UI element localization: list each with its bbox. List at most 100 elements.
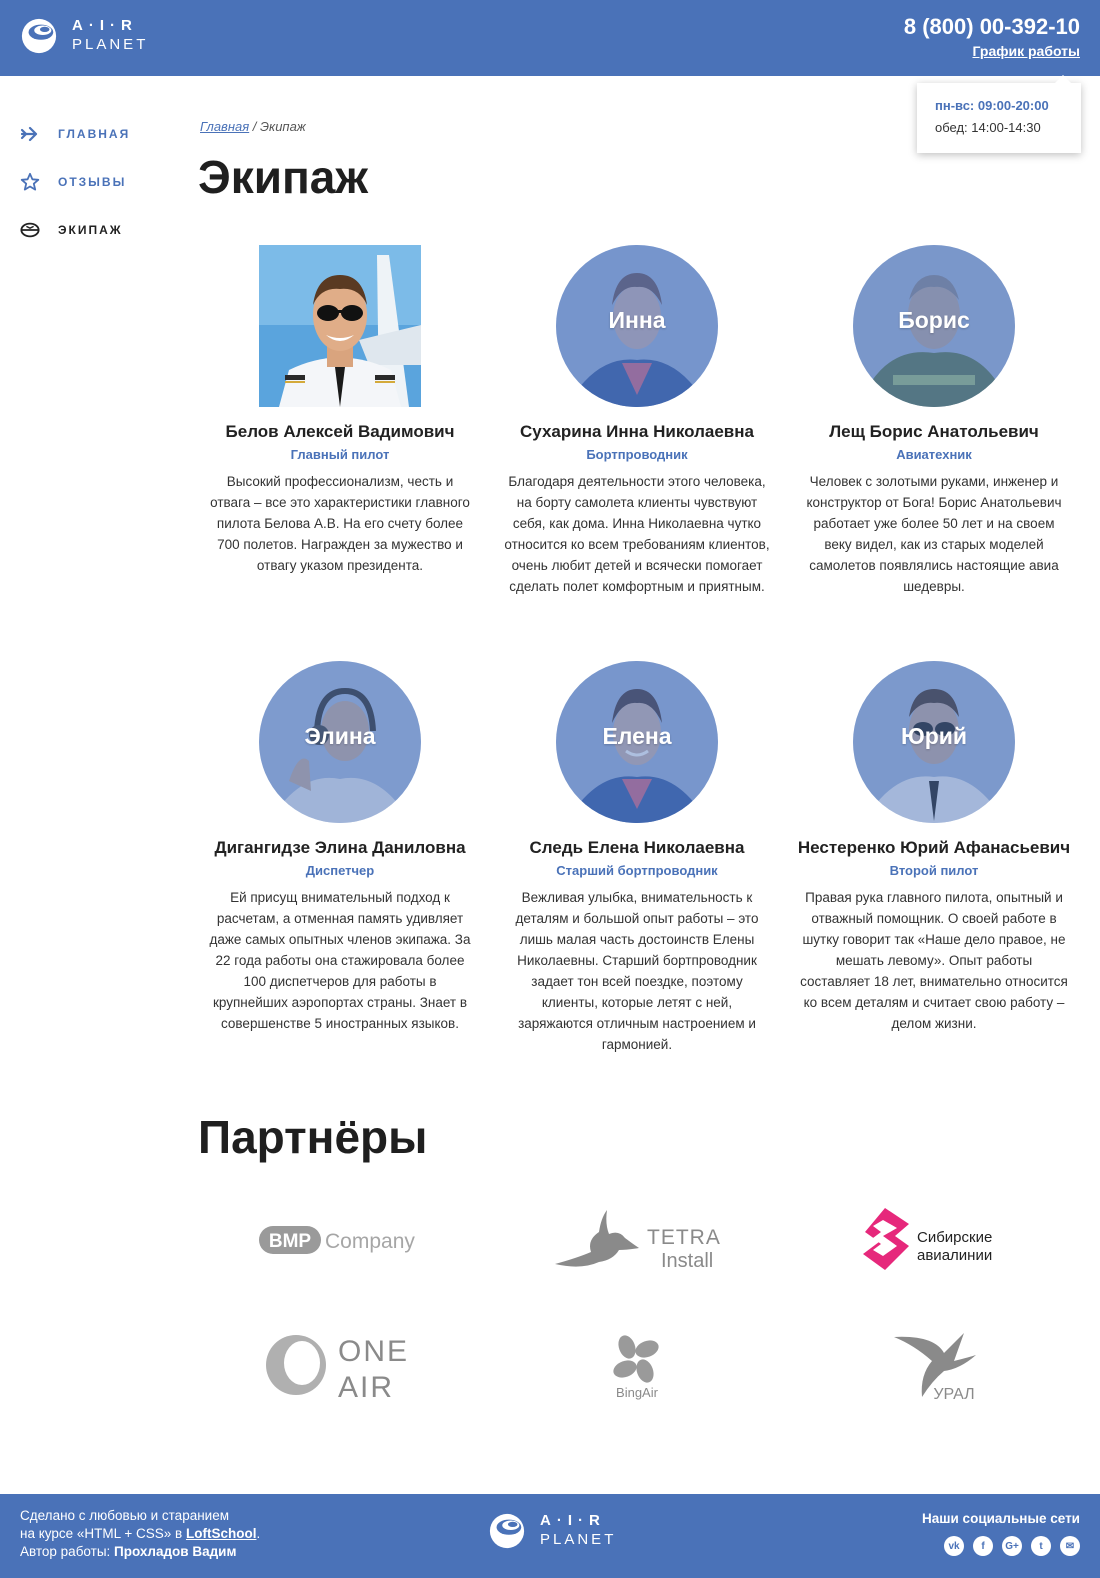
crew-first-name: Элина: [304, 723, 376, 749]
crew-description: Высокий профессионализм, честь и отвага …: [210, 474, 470, 573]
crew-name: Сухарина Инна Николаевна: [520, 422, 754, 441]
crew-card[interactable]: Юрий Нестеренко Юрий Афанасьевич Второй …: [794, 661, 1074, 1034]
mail-icon[interactable]: ✉: [1060, 1536, 1080, 1556]
crew-description: Человек с золотыми руками, инженер и кон…: [806, 474, 1062, 594]
crew-description: Ей присущ внимательный подход к расчетам…: [209, 890, 471, 1031]
crew-name: Дигангидзе Элина Даниловна: [214, 838, 466, 857]
logo[interactable]: A·I·R PLANET: [20, 17, 148, 55]
crew-name: Лещ Борис Анатольевич: [829, 422, 1039, 441]
svg-text:AIR: AIR: [338, 1371, 394, 1404]
bingair-logo: BingAir: [613, 1335, 659, 1400]
sidebar-item-crew[interactable]: ЭКИПАЖ: [0, 206, 170, 254]
footer-line1: Сделано с любовью и старанием: [20, 1508, 229, 1523]
sidebar-item-label: ЭКИПАЖ: [58, 223, 123, 237]
svg-text:TETRA: TETRA: [647, 1226, 721, 1249]
crew-role: Старший бортпроводник: [556, 863, 718, 878]
partners-grid: BMP Company TETRA Install Сибирские авиа…: [200, 1195, 1080, 1425]
crew-role: Главный пилот: [290, 447, 390, 462]
schedule-lunch: обед: 14:00-14:30: [935, 120, 1041, 135]
crew-card[interactable]: Белов Алексей Вадимович Главный пилот Вы…: [200, 245, 480, 576]
crew-photo: Элина: [259, 661, 421, 823]
sidebar-item-home[interactable]: ГЛАВНАЯ: [0, 110, 170, 158]
svg-text:BingAir: BingAir: [616, 1385, 659, 1400]
partner-one-air[interactable]: ONE AIR: [200, 1320, 480, 1410]
phone-number[interactable]: 8 (800) 00-392-10: [904, 14, 1080, 40]
crew-name: Следь Елена Николаевна: [529, 838, 745, 857]
sidebar-item-label: ГЛАВНАЯ: [58, 127, 131, 141]
site-footer: Сделано с любовью и старанием на курсе «…: [0, 1494, 1100, 1578]
partner-bingair[interactable]: BingAir: [497, 1320, 777, 1410]
footer-logo[interactable]: A·I·R PLANET: [488, 1512, 616, 1550]
logo-line1: A·I·R: [72, 17, 138, 34]
siberian-airlines-logo: Сибирские авиалинии: [863, 1208, 992, 1270]
ural-airlines-logo: УРАЛ: [894, 1333, 976, 1403]
schedule-popup: пн-вс: 09:00-20:00 обед: 14:00-14:30: [917, 75, 1081, 153]
sidebar-item-reviews[interactable]: ОТЗЫВЫ: [0, 158, 170, 206]
planet-logo-icon: [489, 1513, 525, 1549]
crew-description: Благодаря деятельности этого человека, н…: [504, 474, 770, 594]
svg-text:УРАЛ: УРАЛ: [933, 1386, 974, 1403]
breadcrumb-home-link[interactable]: Главная: [200, 119, 249, 134]
crew-card[interactable]: Инна Сухарина Инна Николаевна Бортпровод…: [497, 245, 777, 597]
vk-icon[interactable]: vk: [944, 1536, 964, 1556]
breadcrumb-separator: /: [249, 119, 261, 134]
schedule-link[interactable]: График работы: [973, 43, 1081, 59]
footer-line3: Автор работы: Прохладов Вадим: [20, 1544, 237, 1559]
crew-role: Второй пилот: [889, 863, 979, 878]
star-icon: [20, 172, 40, 191]
one-air-logo: ONE AIR: [266, 1335, 409, 1404]
crew-card[interactable]: Борис Лещ Борис Анатольевич Авиатехник Ч…: [794, 245, 1074, 597]
facebook-icon[interactable]: f: [973, 1536, 993, 1556]
svg-text:авиалинии: авиалинии: [917, 1247, 992, 1264]
footer-line2: на курсе «HTML + CSS» в LoftSchool.: [20, 1526, 261, 1541]
crew-photo: Борис: [853, 245, 1015, 407]
arrow-right-icon: [20, 126, 38, 142]
crew-card[interactable]: Елена Следь Елена Николаевна Старший бор…: [497, 661, 777, 1055]
schedule-hours: пн-вс: 09:00-20:00: [935, 98, 1049, 113]
svg-text:Install: Install: [661, 1250, 713, 1272]
partner-siberian-airlines[interactable]: Сибирские авиалинии: [794, 1195, 1074, 1285]
sidebar-item-label: ОТЗЫВЫ: [58, 175, 127, 189]
tetra-install-logo: TETRA Install: [555, 1210, 721, 1272]
logo-line1: A·I·R: [540, 1512, 606, 1529]
bmp-company-logo: BMP Company: [259, 1226, 415, 1254]
planet-logo-icon: [21, 18, 57, 54]
svg-text:Сибирские: Сибирские: [917, 1229, 992, 1246]
crew-photo: Инна: [556, 245, 718, 407]
breadcrumb: Главная / Экипаж: [200, 119, 306, 134]
svg-text:ONE: ONE: [338, 1335, 409, 1368]
logo-line2: PLANET: [540, 1531, 617, 1548]
crew-first-name: Борис: [898, 307, 970, 333]
svg-text:Company: Company: [325, 1230, 415, 1253]
crew-first-name: Инна: [608, 307, 666, 333]
partner-tetra-install[interactable]: TETRA Install: [497, 1195, 777, 1285]
crew-photo: Юрий: [853, 661, 1015, 823]
crew-role: Бортпроводник: [586, 447, 688, 462]
partner-ural[interactable]: УРАЛ: [794, 1320, 1074, 1410]
crew-role: Диспетчер: [305, 863, 375, 878]
author-name: Прохладов Вадим: [114, 1544, 237, 1559]
crew-first-name: Юрий: [900, 723, 968, 749]
crew-photo: [259, 245, 421, 407]
crew-description: Правая рука главного пилота, опытный и о…: [800, 890, 1068, 1031]
partner-bmp-company[interactable]: BMP Company: [200, 1195, 480, 1285]
pilot-cap-icon: [20, 222, 40, 238]
crew-photo: Елена: [556, 661, 718, 823]
crew-name: Нестеренко Юрий Афанасьевич: [797, 838, 1071, 857]
site-header: A·I·R PLANET 8 (800) 00-392-10 График ра…: [0, 0, 1100, 76]
crew-name: Белов Алексей Вадимович: [225, 422, 455, 441]
sidebar-nav: ГЛАВНАЯ ОТЗЫВЫ ЭКИПАЖ: [0, 110, 170, 254]
breadcrumb-current: Экипаж: [260, 119, 306, 134]
page-title: Экипаж: [198, 151, 369, 203]
footer-credits: Сделано с любовью и старанием на курсе «…: [20, 1507, 260, 1561]
crew-role: Авиатехник: [896, 447, 972, 462]
crew-first-name: Елена: [602, 723, 672, 749]
crew-card[interactable]: Элина Дигангидзе Элина Даниловна Диспетч…: [200, 661, 480, 1034]
crew-description: Вежливая улыбка, внимательность к деталя…: [515, 890, 759, 1052]
loftschool-link[interactable]: LoftSchool: [186, 1526, 257, 1541]
pilot-photo: [259, 245, 421, 407]
social-links: vk f G+ t ✉: [944, 1536, 1080, 1556]
twitter-icon[interactable]: t: [1031, 1536, 1051, 1556]
google-plus-icon[interactable]: G+: [1002, 1536, 1022, 1556]
logo-line2: PLANET: [72, 36, 149, 53]
